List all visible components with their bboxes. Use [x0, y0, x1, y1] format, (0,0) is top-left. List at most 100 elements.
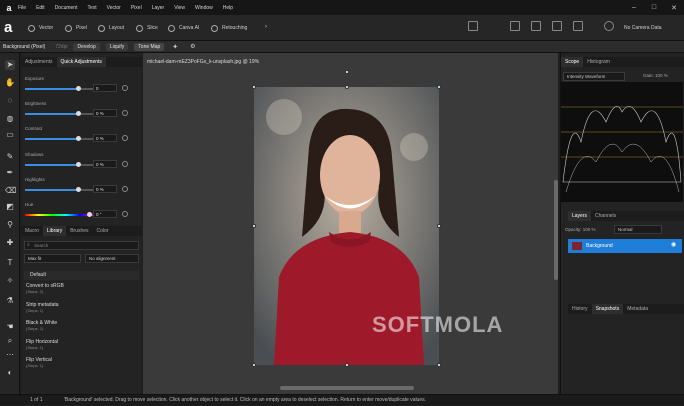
settings-gear-icon[interactable]: ⚙: [190, 43, 195, 50]
tab-brushes[interactable]: Brushes: [66, 226, 92, 236]
tab-macro[interactable]: Macro: [21, 226, 43, 236]
text-tool-icon[interactable]: T: [5, 258, 15, 268]
menu-document[interactable]: Document: [55, 5, 78, 11]
grid-icon[interactable]: [552, 21, 562, 31]
persona-layout[interactable]: Layout: [98, 21, 124, 35]
snapping-icon[interactable]: [510, 21, 520, 31]
hand-tool-icon[interactable]: ☚: [5, 322, 15, 332]
horizontal-scrollbar[interactable]: [280, 386, 414, 390]
selection-handle[interactable]: [252, 224, 256, 228]
liquify-button[interactable]: Liquify: [105, 42, 129, 51]
erase-tool-icon[interactable]: ⌫: [5, 186, 16, 196]
tab-scope[interactable]: Scope: [561, 57, 584, 67]
selection-handle[interactable]: [345, 85, 349, 89]
macro-item[interactable]: Convert to sRGB (Steps: 2): [26, 283, 138, 294]
marquee-tool-icon[interactable]: ◌: [5, 96, 15, 106]
selection-handle[interactable]: [345, 363, 349, 367]
menu-file[interactable]: File: [18, 5, 26, 11]
arrange-icon[interactable]: [531, 21, 541, 31]
menu-window[interactable]: Window: [195, 5, 213, 11]
view-mode-icon[interactable]: [468, 21, 478, 31]
default-group[interactable]: Default: [24, 271, 139, 280]
opacity-label[interactable]: Opacity: 100 %: [565, 227, 596, 232]
selection-handle[interactable]: [252, 363, 256, 367]
macro-item[interactable]: Strip metadata (Steps: 1): [26, 302, 138, 313]
menu-view[interactable]: View: [174, 5, 185, 11]
tab-layers[interactable]: Layers: [568, 211, 592, 221]
adjustment-value-input[interactable]: 0 %: [93, 109, 117, 117]
tab-snapshots[interactable]: Snapshots: [591, 304, 624, 314]
minimize-icon[interactable]: –: [624, 0, 644, 15]
shape-tool-icon[interactable]: ✧: [5, 276, 15, 286]
gradient-tool-icon[interactable]: ◩: [5, 202, 15, 212]
clone-tool-icon[interactable]: ⚲: [5, 220, 15, 230]
menu-vector[interactable]: Vector: [107, 5, 121, 11]
selection-brush-icon[interactable]: ◍: [5, 114, 15, 124]
document-tab[interactable]: michael-dam-mEZ3PoFGs_k-unsplash.jpg @ 1…: [143, 57, 293, 67]
eyedropper-tool-icon[interactable]: ⚗: [5, 296, 15, 306]
rect-marquee-icon[interactable]: ▭: [5, 130, 15, 140]
tab-color[interactable]: Color: [93, 226, 113, 236]
align-icon[interactable]: [573, 21, 583, 31]
tab-history[interactable]: History: [568, 304, 592, 314]
macro-item[interactable]: Black & White (Steps: 2): [26, 320, 138, 331]
move-tool-icon[interactable]: ➤: [5, 60, 15, 70]
scope-mode-select[interactable]: Intensity Waveform: [563, 72, 625, 81]
persona-vector[interactable]: Vector: [28, 21, 53, 35]
more-tools-icon[interactable]: ⋯: [5, 350, 15, 360]
macro-item[interactable]: Flip Horizontal (Steps: 1): [26, 339, 138, 350]
macro-item[interactable]: Flip Vertical (Steps: 1): [26, 357, 138, 368]
alignment-select[interactable]: No alignment: [85, 254, 139, 263]
adjustment-value-input[interactable]: 0: [93, 84, 117, 92]
maximize-icon[interactable]: □: [644, 0, 664, 15]
retouch-tool-icon[interactable]: ✚: [5, 238, 15, 248]
color-swatch-icon[interactable]: ◐: [5, 368, 15, 378]
persona-canva-ai[interactable]: Canva AI: [168, 21, 199, 35]
persona-retouching[interactable]: Retouching: [211, 21, 247, 35]
adjustment-value-input[interactable]: 0 %: [93, 160, 117, 168]
tab-library[interactable]: Library: [42, 226, 67, 236]
persona-slice[interactable]: Slice: [136, 21, 158, 35]
adjustment-value-input[interactable]: 0 °: [93, 210, 117, 218]
rotation-handle[interactable]: [345, 70, 349, 74]
menu-layer[interactable]: Layer: [152, 5, 165, 11]
reset-icon[interactable]: [122, 186, 128, 192]
persona-pixel[interactable]: Pixel: [65, 21, 87, 35]
more-icon[interactable]: ›: [265, 24, 271, 30]
reset-icon[interactable]: [122, 135, 128, 141]
visibility-eye-icon[interactable]: ◉: [671, 241, 676, 248]
tone-map-button[interactable]: Tone Map: [134, 42, 165, 51]
slider-knob[interactable]: [86, 212, 92, 217]
tab-adjustments[interactable]: Adjustments: [21, 57, 57, 67]
selection-handle[interactable]: [252, 85, 256, 89]
menu-pixel[interactable]: Pixel: [131, 5, 142, 11]
reset-icon[interactable]: [122, 110, 128, 116]
selection-handle[interactable]: [437, 224, 441, 228]
tab-metadata[interactable]: Metadata: [623, 304, 652, 314]
tab-histogram[interactable]: Histogram: [583, 57, 614, 67]
tab-quick-adjustments[interactable]: Quick Adjustments: [56, 57, 106, 67]
reset-icon[interactable]: [122, 161, 128, 167]
adjustment-value-input[interactable]: 0 %: [93, 134, 117, 142]
menu-help[interactable]: Help: [223, 5, 233, 11]
develop-button[interactable]: Develop: [73, 42, 100, 51]
macro-search-input[interactable]: Search: [24, 241, 139, 250]
blend-mode-select[interactable]: Normal: [614, 225, 662, 234]
adjustment-value-input[interactable]: 0 %: [93, 185, 117, 193]
paint-brush-icon[interactable]: ✎: [5, 152, 15, 162]
selection-handle[interactable]: [437, 85, 441, 89]
vertical-scrollbar[interactable]: [554, 180, 558, 280]
close-icon[interactable]: ✕: [664, 0, 684, 15]
view-tool-icon[interactable]: ✋: [5, 78, 15, 88]
pen-tool-icon[interactable]: ✒: [5, 168, 15, 178]
zoom-tool-icon[interactable]: ⌕: [5, 336, 15, 346]
magic-icon[interactable]: ✦: [172, 43, 178, 51]
reset-icon[interactable]: [122, 211, 128, 217]
menu-edit[interactable]: Edit: [36, 5, 45, 11]
reset-icon[interactable]: [122, 85, 128, 91]
selection-handle[interactable]: [437, 363, 441, 367]
max-fit-select[interactable]: Max fit: [24, 254, 81, 263]
menu-text[interactable]: Text: [87, 5, 96, 11]
layer-row-background[interactable]: Background: [568, 239, 682, 253]
tab-channels[interactable]: Channels: [591, 211, 620, 221]
